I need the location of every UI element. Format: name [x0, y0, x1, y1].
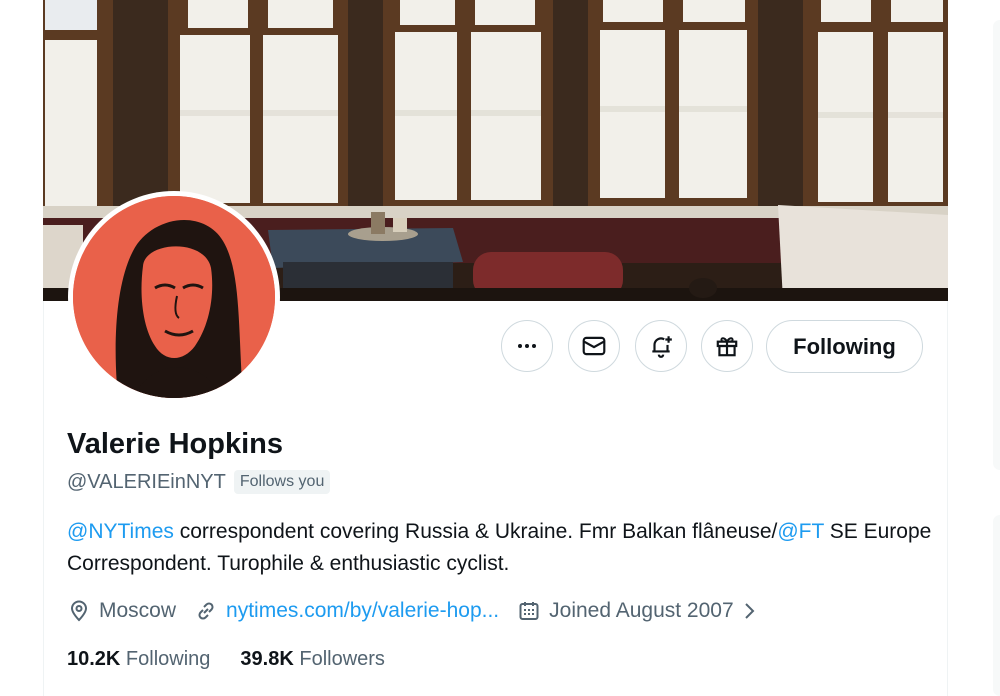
profile-avatar[interactable]	[68, 191, 280, 403]
profile-meta: Moscow nytimes.com/by/valerie-hop... Joi…	[67, 599, 778, 623]
website-link[interactable]: nytimes.com/by/valerie-hop...	[226, 599, 499, 623]
right-sidebar-edge	[993, 0, 1000, 696]
envelope-icon	[582, 336, 606, 356]
location-item: Moscow	[67, 599, 176, 623]
following-stat[interactable]: 10.2K Following	[67, 648, 210, 671]
following-count: 10.2K	[67, 648, 121, 670]
following-button[interactable]: Following	[766, 320, 923, 373]
calendar-icon	[519, 602, 539, 620]
joined-item: Joined August 2007	[517, 599, 760, 623]
location-text: Moscow	[99, 599, 177, 622]
follows-you-badge: Follows you	[233, 470, 331, 494]
profile-bio: @NYTimes correspondent covering Russia &…	[67, 516, 937, 580]
following-label: Following	[120, 648, 211, 670]
follow-stats: 10.2K Following 39.8K Followers	[67, 648, 415, 671]
profile-handle: @VALERIEinNYT	[67, 470, 226, 493]
location-pin-icon	[70, 600, 88, 622]
gift-button[interactable]	[701, 320, 753, 372]
following-button-label: Following	[793, 333, 896, 359]
bell-plus-icon	[652, 336, 672, 358]
page-left-gutter	[0, 0, 43, 696]
message-button[interactable]	[568, 320, 620, 372]
mention-nytimes[interactable]: @NYTimes	[67, 520, 174, 543]
followers-label: Followers	[293, 648, 385, 670]
mention-ft[interactable]: @FT	[777, 520, 824, 543]
followers-count: 39.8K	[240, 648, 294, 670]
joined-text: Joined August 2007	[549, 599, 734, 622]
profile-name: Valerie Hopkins	[67, 428, 283, 460]
more-icon	[518, 344, 536, 348]
bio-text-1: correspondent covering Russia & Ukraine.…	[173, 520, 778, 543]
link-icon	[198, 602, 214, 620]
chevron-right-icon[interactable]	[740, 599, 760, 623]
gift-icon	[716, 337, 738, 357]
website-item[interactable]: nytimes.com/by/valerie-hop...	[194, 599, 499, 623]
followers-stat[interactable]: 39.8K Followers	[240, 648, 385, 671]
notifications-button[interactable]	[635, 320, 687, 372]
more-button[interactable]	[501, 320, 553, 372]
avatar-illustration	[73, 196, 275, 398]
handle-row: @VALERIEinNYT Follows you	[67, 470, 331, 494]
